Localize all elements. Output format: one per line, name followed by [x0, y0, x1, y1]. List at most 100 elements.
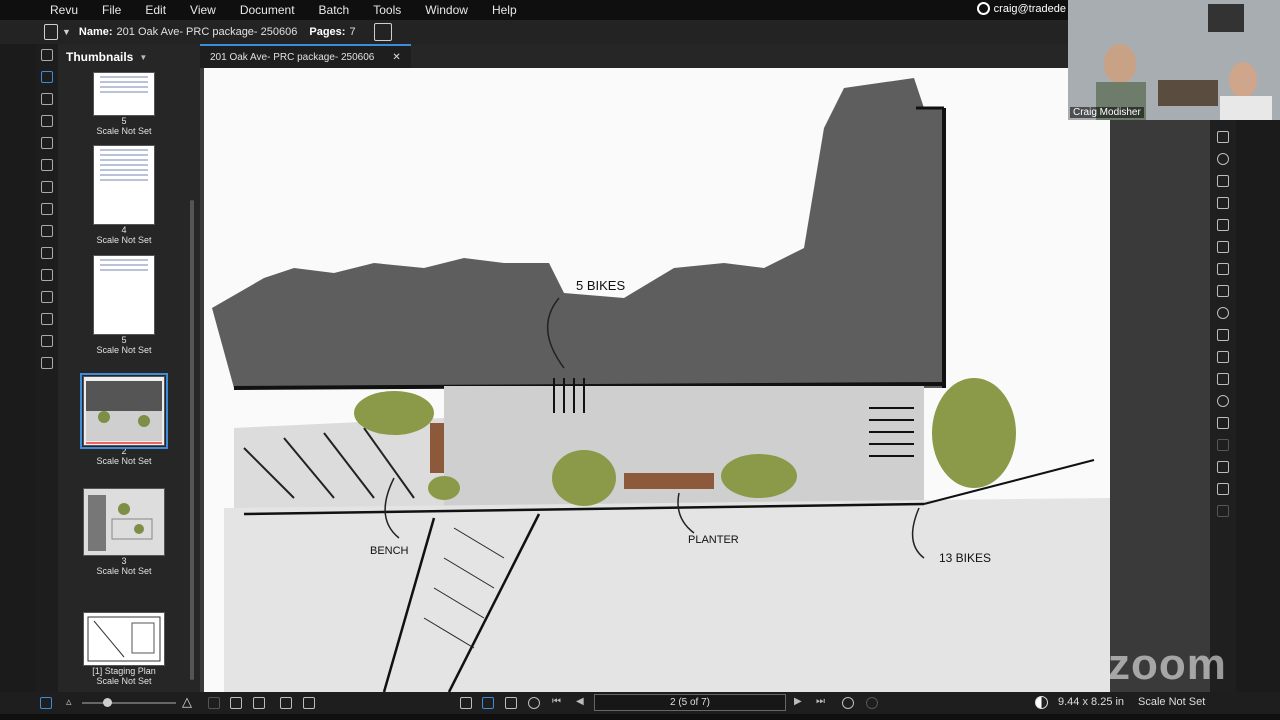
next-page-icon[interactable]: ▶: [794, 696, 802, 707]
menu-batch[interactable]: Batch: [307, 3, 362, 17]
page-thumbnail[interactable]: [93, 255, 155, 335]
document-viewer[interactable]: 5 BIKES BENCH PLANTER 13 BIKES: [200, 68, 1210, 692]
single-page-icon[interactable]: [208, 697, 220, 709]
polygon-icon[interactable]: [1217, 417, 1229, 429]
callout-icon[interactable]: [1217, 131, 1229, 143]
document-tab[interactable]: 201 Oak Ave- PRC package- 250606 ✕: [200, 44, 411, 68]
new-document-button[interactable]: [373, 23, 392, 41]
pdf-page[interactable]: 5 BIKES BENCH PLANTER 13 BIKES: [204, 68, 1110, 692]
video-participant-tile[interactable]: Craig Modisher: [1068, 0, 1280, 120]
rectangle-icon[interactable]: [1217, 373, 1229, 385]
page-thumbnail[interactable]: [83, 612, 165, 666]
split-vertical-icon[interactable]: [230, 697, 242, 709]
menu-revu[interactable]: Revu: [0, 3, 90, 17]
thumbnail-item-selected[interactable]: 2 Scale Not Set: [80, 373, 168, 466]
panel-scrollbar[interactable]: [190, 200, 194, 680]
menu-document[interactable]: Document: [228, 3, 307, 17]
markups-icon[interactable]: [41, 247, 53, 259]
dimension-icon[interactable]: [1217, 351, 1229, 363]
tab-label: 201 Oak Ave- PRC package- 250606: [210, 51, 375, 63]
chevron-down-icon[interactable]: ▼: [139, 53, 147, 62]
shrink-icon[interactable]: ▵: [66, 695, 72, 708]
more-tools-icon[interactable]: [1217, 505, 1229, 517]
page-indicator[interactable]: 2 (5 of 7): [594, 694, 786, 711]
menu-tools[interactable]: Tools: [361, 3, 413, 17]
scale-status[interactable]: Scale Not Set: [1138, 696, 1205, 708]
eraser-icon[interactable]: [1217, 461, 1229, 473]
thumbnail-page-number: 3: [121, 556, 127, 566]
spaces-icon[interactable]: [41, 313, 53, 325]
close-icon[interactable]: ✕: [392, 52, 400, 63]
line-icon[interactable]: [1217, 263, 1229, 275]
text-box-icon[interactable]: [1217, 175, 1229, 187]
measurements-icon[interactable]: [41, 225, 53, 237]
select-tool-icon[interactable]: [482, 697, 494, 709]
studio-icon[interactable]: [41, 357, 53, 369]
layers-icon[interactable]: [41, 115, 53, 127]
label-planter: PLANTER: [688, 534, 739, 546]
thumbnail-item[interactable]: 5 Scale Not Set: [82, 72, 166, 136]
page-thumbnail[interactable]: [93, 72, 155, 116]
properties-icon[interactable]: [41, 203, 53, 215]
thumbnail-item[interactable]: 3 Scale Not Set: [82, 488, 166, 576]
menu-window[interactable]: Window: [413, 3, 480, 17]
thumbnail-scale: Scale Not Set: [96, 126, 152, 136]
forms-icon[interactable]: [41, 181, 53, 193]
page-thumbnail[interactable]: [93, 145, 155, 225]
sync-icon[interactable]: [280, 697, 292, 709]
menu-help[interactable]: Help: [480, 3, 529, 17]
toolchest-icon[interactable]: [41, 137, 53, 149]
split-horizontal-icon[interactable]: [253, 697, 265, 709]
user-account[interactable]: craig@tradede: [976, 2, 1066, 15]
account-icon: [976, 2, 990, 15]
menu-file[interactable]: File: [90, 3, 133, 17]
menu-view[interactable]: View: [178, 3, 228, 17]
ellipse-icon[interactable]: [1217, 395, 1229, 407]
arrow-icon[interactable]: [1217, 285, 1229, 297]
arc-icon[interactable]: [1217, 307, 1229, 319]
places-icon[interactable]: [41, 159, 53, 171]
snapshot-icon[interactable]: [1217, 241, 1229, 253]
menu-edit[interactable]: Edit: [133, 3, 178, 17]
reuse-icon[interactable]: [303, 697, 315, 709]
stamp-icon[interactable]: [1217, 197, 1229, 209]
cloud-plus-icon[interactable]: [1217, 439, 1229, 451]
thumbnail-page-number: 4: [121, 225, 127, 235]
contrast-icon[interactable]: [1035, 696, 1048, 709]
pan-tool-icon[interactable]: [460, 697, 472, 709]
back-icon[interactable]: [842, 697, 854, 709]
text-select-icon[interactable]: [505, 697, 517, 709]
bookmarks-icon[interactable]: [41, 93, 53, 105]
document-icon[interactable]: [44, 24, 58, 40]
cloud-icon[interactable]: [1217, 153, 1229, 165]
thumbnail-size-slider[interactable]: [82, 702, 176, 704]
signatures-icon[interactable]: [41, 269, 53, 281]
page-thumbnail[interactable]: [80, 373, 168, 449]
page-thumbnail[interactable]: [83, 488, 165, 556]
list-view-icon[interactable]: [40, 697, 52, 709]
thumbnail-item[interactable]: 4 Scale Not Set: [82, 145, 166, 245]
first-page-icon[interactable]: ⏮: [552, 696, 561, 707]
slider-handle[interactable]: [103, 698, 112, 707]
file-access-icon[interactable]: [41, 49, 53, 61]
zoom-icon[interactable]: [528, 697, 540, 709]
search-icon[interactable]: [41, 335, 53, 347]
thumbnails-panel: Thumbnails ▼ 5 Scale Not Set 4 Scale Not…: [58, 44, 200, 692]
grow-icon[interactable]: △: [182, 694, 192, 710]
image-icon[interactable]: [1217, 219, 1229, 231]
chevron-down-icon[interactable]: ▼: [62, 27, 71, 37]
forward-icon[interactable]: [866, 697, 878, 709]
last-page-icon[interactable]: ⏭: [816, 696, 825, 707]
document-bar: ▼ Name: 201 Oak Ave- PRC package- 250606…: [0, 20, 1068, 44]
site-plan-thumbnail: [88, 495, 153, 551]
sketch-thumbnail: [86, 381, 162, 444]
page-dimensions: 9.44 x 8.25 in: [1058, 696, 1125, 708]
polyline-icon[interactable]: [1217, 329, 1229, 341]
thumbnail-item[interactable]: 5 Scale Not Set: [82, 255, 166, 355]
thumbnail-item[interactable]: [1] Staging Plan Scale Not Set: [82, 612, 166, 686]
previous-page-icon[interactable]: ◀: [576, 696, 584, 707]
measure-icon[interactable]: [1217, 483, 1229, 495]
thumbnails-icon[interactable]: [41, 71, 53, 83]
panel-title: Thumbnails: [66, 50, 134, 64]
links-icon[interactable]: [41, 291, 53, 303]
